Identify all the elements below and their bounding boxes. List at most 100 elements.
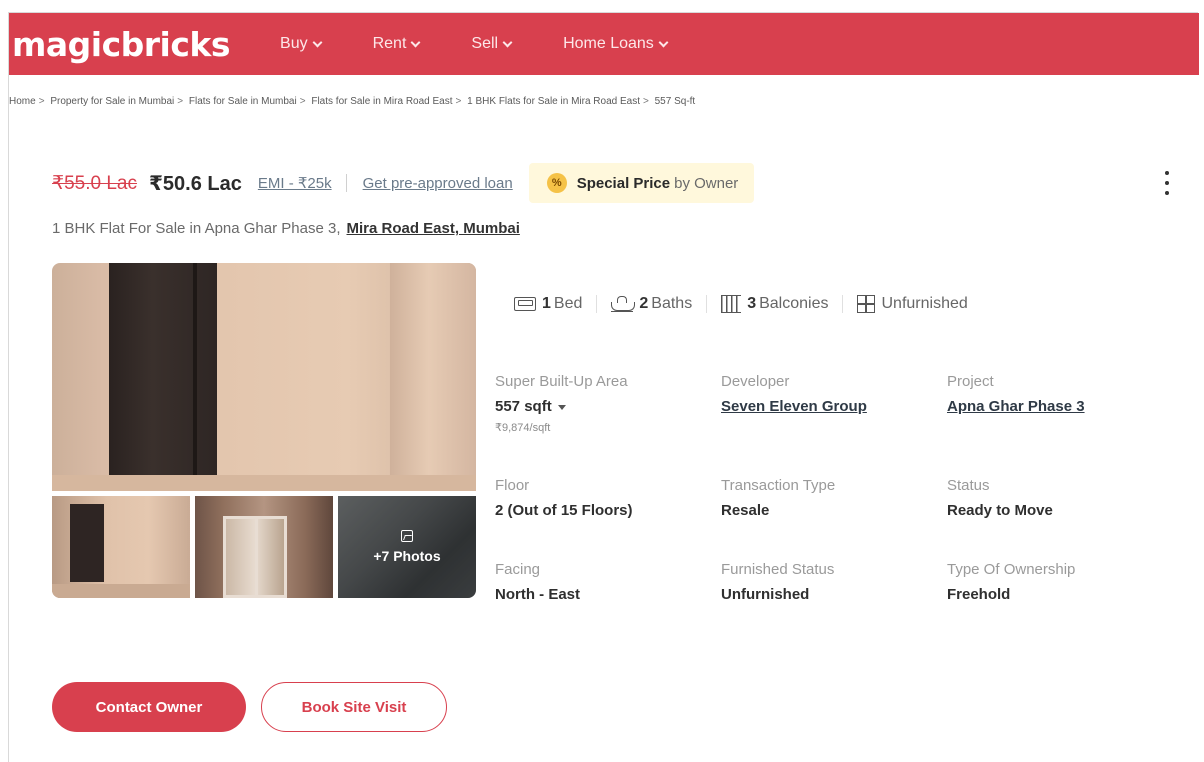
breadcrumb-separator: > [299, 96, 306, 107]
original-price: ₹55.0 Lac [52, 172, 137, 194]
detail-label: Status [947, 477, 990, 494]
bath-icon [611, 296, 636, 312]
furnishing-icon [857, 295, 876, 313]
location-link[interactable]: Mira Road East, Mumbai [347, 220, 520, 237]
nav-buy[interactable]: Buy [280, 35, 323, 53]
divider [842, 295, 844, 313]
nav-sell-label: Sell [471, 35, 499, 52]
chevron-down-icon [502, 37, 513, 47]
special-price-label: Special Price [576, 174, 671, 192]
book-site-visit-button[interactable]: Book Site Visit [261, 682, 447, 732]
detail-label: Facing [495, 561, 541, 578]
price-per-sqft: ₹9,874/sqft [495, 422, 551, 434]
breadcrumb-separator: > [177, 96, 184, 107]
nav-buy-label: Buy [280, 35, 308, 52]
chevron-down-icon [658, 37, 669, 47]
breadcrumb-item[interactable]: Flats for Sale in Mumbai [189, 96, 297, 107]
feature-furnishing: Unfurnished [857, 295, 968, 313]
wall-image-detail [390, 263, 476, 491]
breadcrumb-separator: > [643, 96, 649, 107]
balcony-count: 3 [747, 295, 757, 312]
area-value[interactable]: 557 sqft [495, 398, 715, 415]
breadcrumb-item[interactable]: Property for Sale in Mumbai [50, 96, 174, 107]
breadcrumb-item[interactable]: Home [9, 96, 36, 107]
top-nav-bar: magicbricks Buy Rent Sell Home Loans [9, 13, 1199, 75]
photo-icon [401, 530, 413, 542]
detail-value: Freehold [947, 586, 1011, 603]
nav-sell[interactable]: Sell [471, 35, 513, 53]
special-price-badge: % Special Price by Owner [528, 163, 755, 203]
balcony-icon [721, 295, 742, 313]
special-price-owner: by Owner [674, 174, 739, 192]
more-photos-label: +7 Photos [373, 548, 441, 564]
detail-value: Resale [721, 502, 770, 519]
photo-thumbnails: +7 Photos [52, 496, 476, 598]
chevron-down-icon [410, 37, 421, 47]
percent-icon: % [546, 173, 567, 193]
more-options-icon[interactable] [1164, 171, 1170, 195]
detail-area: Super Built-Up Area 557 sqft ₹9,874/sqft [495, 373, 715, 434]
detail-label: Furnished Status [721, 561, 835, 578]
breadcrumb-separator: > [455, 96, 462, 107]
feature-balcony: 3 Balconies [721, 295, 828, 313]
divider [345, 174, 347, 192]
feature-bath: 2 Baths [611, 295, 692, 313]
furnishing-label: Unfurnished [881, 295, 968, 312]
bath-count: 2 [639, 295, 649, 312]
divider [596, 295, 598, 313]
photo-thumbnail[interactable] [52, 496, 190, 598]
feature-bed: 1 Bed [514, 295, 582, 313]
detail-facing: Facing North - East [495, 561, 715, 603]
detail-floor: Floor 2 (Out of 15 Floors) [495, 477, 715, 519]
door-image-detail [109, 263, 217, 476]
contact-owner-button[interactable]: Contact Owner [52, 682, 246, 732]
nav-home-loans[interactable]: Home Loans [563, 35, 669, 53]
bed-icon [514, 297, 536, 311]
nav-rent-label: Rent [372, 35, 407, 52]
price-row: ₹55.0 Lac ₹50.6 Lac EMI - ₹25k Get pre-a… [52, 161, 755, 205]
emi-link[interactable]: EMI - ₹25k [258, 174, 332, 192]
detail-value: North - East [495, 586, 581, 603]
listing-subtitle: 1 BHK Flat For Sale in Apna Ghar Phase 3… [52, 220, 520, 237]
preapproved-loan-link[interactable]: Get pre-approved loan [363, 175, 513, 192]
detail-label: Developer [721, 373, 790, 390]
caret-down-icon [557, 404, 566, 410]
detail-label: Type Of Ownership [947, 561, 1076, 578]
chevron-down-icon [312, 37, 323, 47]
bath-label: Baths [651, 295, 693, 312]
breadcrumb: Home > Property for Sale in Mumbai > Flats… [9, 96, 695, 107]
developer-link[interactable]: Seven Eleven Group [721, 398, 941, 415]
detail-label: Floor [495, 477, 530, 494]
divider [706, 295, 708, 313]
more-photos-thumbnail[interactable]: +7 Photos [338, 496, 476, 598]
balcony-label: Balconies [759, 295, 829, 312]
main-photo[interactable] [52, 263, 476, 491]
detail-value: Unfurnished [721, 586, 810, 603]
breadcrumb-current: 557 Sq-ft [654, 96, 696, 107]
bed-label: Bed [553, 295, 583, 312]
magicbricks-logo[interactable]: magicbricks [12, 25, 231, 64]
listing-title: 1 BHK Flat For Sale in Apna Ghar Phase 3… [52, 220, 341, 237]
photo-thumbnail[interactable] [195, 496, 333, 598]
detail-furnished: Furnished Status Unfurnished [721, 561, 941, 603]
page-frame: magicbricks Buy Rent Sell Home Loans Hom… [8, 12, 1199, 762]
breadcrumb-item[interactable]: Flats for Sale in Mira Road East [311, 96, 452, 107]
floor-image-detail [52, 475, 476, 491]
detail-label: Project [947, 373, 994, 390]
nav-home-loans-label: Home Loans [563, 35, 654, 52]
detail-transaction: Transaction Type Resale [721, 477, 941, 519]
bed-count: 1 [542, 295, 551, 312]
detail-label: Transaction Type [721, 477, 836, 494]
features-row: 1 Bed 2 Baths 3 Balconies Unfurnished [514, 292, 968, 316]
project-link[interactable]: Apna Ghar Phase 3 [947, 398, 1167, 415]
breadcrumb-item[interactable]: 1 BHK Flats for Sale in Mira Road East [467, 96, 640, 107]
detail-value: Ready to Move [947, 502, 1053, 519]
nav-rent[interactable]: Rent [372, 35, 421, 53]
current-price: ₹50.6 Lac [148, 172, 242, 195]
breadcrumb-separator: > [38, 96, 45, 107]
detail-developer: Developer Seven Eleven Group [721, 373, 941, 415]
detail-status: Status Ready to Move [947, 477, 1167, 519]
detail-project: Project Apna Ghar Phase 3 [947, 373, 1167, 415]
detail-ownership: Type Of Ownership Freehold [947, 561, 1167, 603]
area-value-text: 557 sqft [495, 398, 552, 415]
